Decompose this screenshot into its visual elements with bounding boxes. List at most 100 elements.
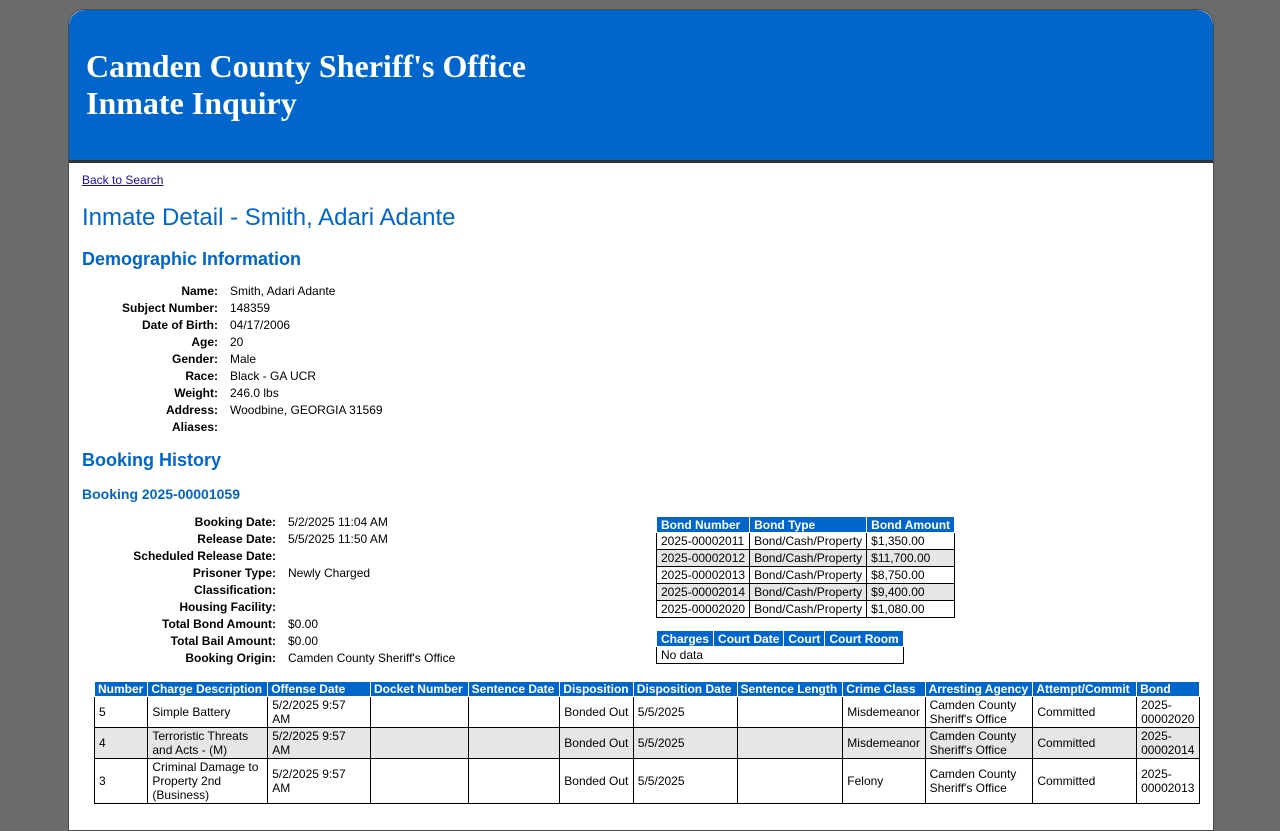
demographic-field-label: Race: [185, 369, 218, 383]
demographic-field-label: Age: [191, 335, 218, 349]
booking-field-label: Release Date: [197, 532, 276, 546]
charge-column-header: Number [93, 681, 149, 697]
bond-cell: Bond/Cash/Property [749, 583, 868, 601]
page-title: Inmate Detail - Smith, Adari Adante [82, 204, 456, 231]
court-table: Charges Court Date Court Court Room No data [655, 630, 904, 664]
booking-field-label: Housing Facility: [179, 600, 276, 614]
booking-field-value: Newly Charged [288, 566, 371, 580]
booking-field-row: Booking Origin: Camden County Sheriff's O… [82, 650, 455, 667]
charge-cell [467, 727, 561, 759]
bond-column-header: Bond Amount [866, 516, 956, 533]
charge-cell: Simple Battery [147, 696, 269, 728]
charge-cell: Bonded Out [559, 727, 634, 759]
booking-field-row: Housing Facility: [82, 599, 455, 616]
charge-cell [369, 696, 469, 728]
bond-cell: $1,350.00 [866, 532, 956, 550]
demographic-field-row: Age: 20 [82, 334, 383, 351]
bond-row: 2025-00002013 Bond/Cash/Property $8,750.00 [655, 566, 956, 584]
demographic-field-label: Aliases: [171, 420, 218, 434]
demographic-field-value: Smith, Adari Adante [230, 284, 336, 298]
site-title: Camden County Sheriff's Office [86, 48, 526, 84]
bond-cell: 2025-00002012 [655, 549, 751, 567]
charge-column-header: Offense Date [267, 681, 371, 697]
demographic-field-label: Weight: [174, 386, 218, 400]
demographic-field-row: Aliases: [82, 419, 383, 436]
court-column-header: Court [783, 630, 826, 647]
charge-cell: 2025-00002013 [1136, 758, 1200, 804]
demographic-field-value: 148359 [230, 301, 271, 315]
booking-field-row: Release Date: 5/5/2025 11:50 AM [82, 531, 455, 548]
demographic-field-label: Gender: [171, 352, 218, 366]
charge-cell: Committed [1032, 696, 1138, 728]
bond-row: 2025-00002014 Bond/Cash/Property $9,400.00 [655, 583, 956, 601]
bond-cell: Bond/Cash/Property [749, 549, 868, 567]
charge-cell: 3 [93, 758, 149, 804]
booking-field-label: Classification: [193, 583, 276, 597]
charge-row: 4 Terroristic Threats and Acts - (M) 5/2/2… [93, 727, 1200, 759]
demographic-field-value: 20 [230, 335, 244, 349]
back-to-search-link[interactable]: Back to Search [82, 173, 163, 187]
booking-field-value: 5/2/2025 11:04 AM [288, 515, 388, 529]
demographics-table: Name: Smith, Adari Adante Subject Number: 1… [82, 283, 383, 436]
charge-cell: 2025-00002020 [1136, 696, 1200, 728]
booking-field-row: Total Bail Amount: $0.00 [82, 633, 455, 650]
charge-cell [369, 758, 469, 804]
charge-column-header: Disposition [559, 681, 634, 697]
charge-cell [369, 727, 469, 759]
charge-column-header: Sentence Length [736, 681, 844, 697]
charge-cell: Camden County Sheriff's Office [924, 727, 1034, 759]
charge-cell: Bonded Out [559, 696, 634, 728]
charge-cell: 5/2/2025 9:57 AM [267, 758, 371, 804]
charge-cell [736, 727, 844, 759]
demographic-field-label: Date of Birth: [142, 318, 218, 332]
charge-cell [736, 696, 844, 728]
charge-column-header: Charge Description [147, 681, 269, 697]
booking-field-row: Total Bond Amount: $0.00 [82, 616, 455, 633]
bond-row: 2025-00002012 Bond/Cash/Property $11,700.0… [655, 549, 956, 567]
booking-field-label: Total Bond Amount: [162, 617, 276, 631]
court-empty-text: No data [656, 646, 904, 664]
demographic-field-label: Address: [165, 403, 218, 417]
bond-column-header: Bond Type [749, 516, 868, 533]
bond-row: 2025-00002020 Bond/Cash/Property $1,080.00 [655, 600, 956, 618]
bond-cell: $11,700.00 [866, 549, 956, 567]
bond-cell: 2025-00002020 [655, 600, 751, 618]
bond-cell: 2025-00002014 [655, 583, 751, 601]
booking-field-value: Camden County Sheriff's Office [288, 651, 456, 665]
court-column-header: Court Room [824, 630, 904, 647]
demographic-field-value: Black - GA UCR [230, 369, 317, 383]
bond-cell: Bond/Cash/Property [749, 566, 868, 584]
charge-cell [467, 758, 561, 804]
charge-column-header: Disposition Date [632, 681, 738, 697]
charge-cell: Misdemeanor [842, 727, 926, 759]
charge-cell: 5/5/2025 [632, 758, 738, 804]
demographic-field-row: Gender: Male [82, 351, 383, 368]
charge-cell: Camden County Sheriff's Office [924, 758, 1034, 804]
booking-field-label: Prisoner Type: [192, 566, 276, 580]
bond-cell: Bond/Cash/Property [749, 600, 868, 618]
charge-cell [736, 758, 844, 804]
booking-field-row: Classification: [82, 582, 455, 599]
bond-cell: Bond/Cash/Property [749, 532, 868, 550]
charge-cell: 4 [93, 727, 149, 759]
booking-field-label: Total Bail Amount: [170, 634, 276, 648]
booking-field-label: Booking Date: [194, 515, 276, 529]
demographic-field-row: Date of Birth: 04/17/2006 [82, 317, 383, 334]
charge-cell: 2025-00002014 [1136, 727, 1200, 759]
charge-cell [467, 696, 561, 728]
bond-cell: $9,400.00 [866, 583, 956, 601]
charge-cell: Camden County Sheriff's Office [924, 696, 1034, 728]
bond-row: 2025-00002011 Bond/Cash/Property $1,350.00 [655, 532, 956, 550]
charge-cell: Felony [842, 758, 926, 804]
bond-cell: 2025-00002011 [655, 532, 751, 550]
demographic-field-row: Weight: 246.0 lbs [82, 385, 383, 402]
charge-column-header: Crime Class [842, 681, 926, 697]
charge-cell: Bonded Out [559, 758, 634, 804]
demographic-field-value: Woodbine, GEORGIA 31569 [230, 403, 383, 417]
charge-cell: Terroristic Threats and Acts - (M) [147, 727, 269, 759]
demographic-field-row: Name: Smith, Adari Adante [82, 283, 383, 300]
page-frame: Camden County Sheriff's Office Inmate In… [68, 9, 1214, 831]
demographic-field-row: Address: Woodbine, GEORGIA 31569 [82, 402, 383, 419]
demographic-field-value: 246.0 lbs [230, 386, 279, 400]
charge-cell: 5/2/2025 9:57 AM [267, 696, 371, 728]
